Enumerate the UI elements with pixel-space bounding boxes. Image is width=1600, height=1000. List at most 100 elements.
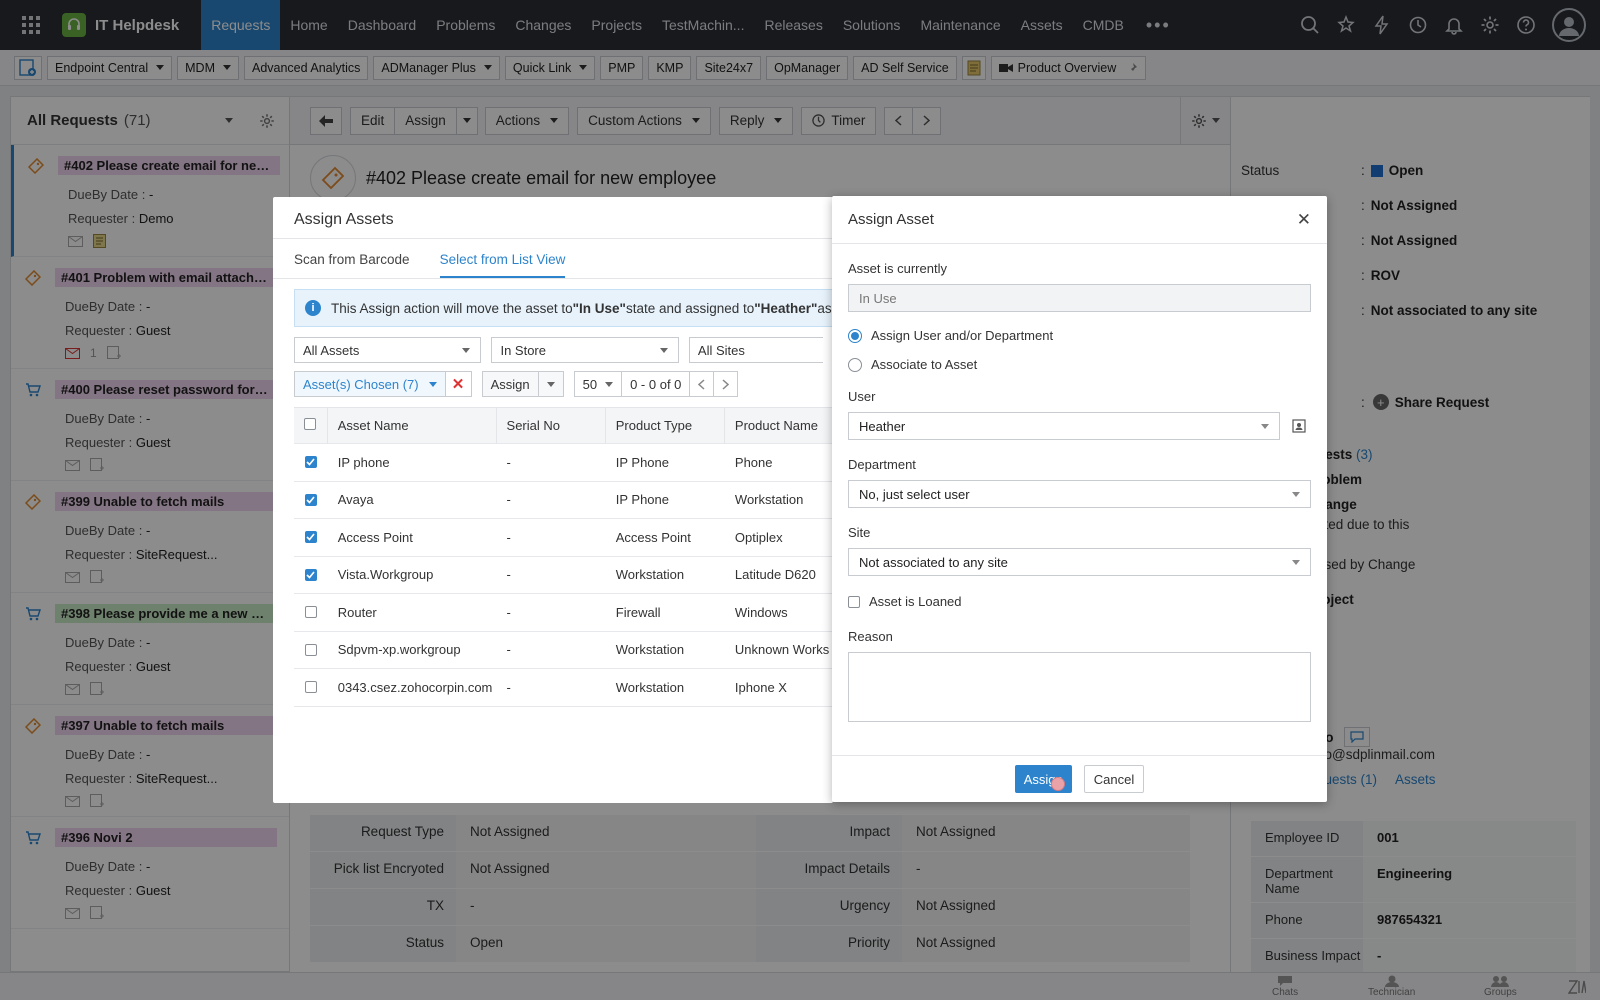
user-label: User xyxy=(848,389,876,404)
check-icon xyxy=(306,496,315,504)
asset-table: Asset Name Serial No Product Type Produc… xyxy=(294,407,854,707)
close-icon[interactable]: ✕ xyxy=(1297,210,1311,230)
associate-to-asset-label: Associate to Asset xyxy=(871,357,978,372)
asset-table-header: Asset Name Serial No Product Type Produc… xyxy=(294,407,854,444)
page-range: 0 - 0 of 0 xyxy=(622,371,691,397)
bulk-assign-button[interactable]: Assign xyxy=(481,371,539,397)
assign-assets-title: Assign Assets xyxy=(273,197,833,239)
row-checkbox[interactable] xyxy=(304,531,317,544)
row-checkbox[interactable] xyxy=(304,643,317,656)
row-select-cell xyxy=(294,568,328,581)
user-select[interactable]: Heather xyxy=(848,412,1280,440)
next-page-button[interactable] xyxy=(714,371,739,397)
site-value: Not associated to any site xyxy=(859,555,1008,570)
cell-product-type: Access Point xyxy=(615,529,691,545)
asset-site-value: All Sites xyxy=(697,343,745,358)
site-select[interactable]: Not associated to any site xyxy=(848,548,1311,576)
asset-loaned-checkbox[interactable] xyxy=(848,595,860,608)
assign-assets-tabs: Scan from Barcode Select from List View xyxy=(273,239,833,279)
reason-label: Reason xyxy=(848,629,893,644)
row-checkbox[interactable] xyxy=(304,568,317,581)
associate-to-asset-radio[interactable] xyxy=(848,357,862,372)
department-label: Department xyxy=(848,457,916,472)
table-row[interactable]: Sdpvm-xp.workgroup - Workstation Unknown Wo… xyxy=(294,632,854,669)
column-product-type[interactable]: Product Type xyxy=(606,407,725,444)
cancel-button[interactable]: Cancel xyxy=(1083,765,1145,793)
click-indicator xyxy=(1051,777,1065,791)
info-prefix: This Assign action will move the asset t… xyxy=(331,300,573,316)
cell-product-type: IP Phone xyxy=(615,454,670,470)
column-serial-no[interactable]: Serial No xyxy=(497,407,606,444)
assign-user-department-option[interactable]: Assign User and/or Department xyxy=(848,328,1311,343)
select-all-checkbox[interactable] xyxy=(304,417,317,430)
cell-asset-name: Sdpvm-xp.workgroup xyxy=(337,642,461,658)
table-row[interactable]: Router - Firewall Windows xyxy=(294,594,854,632)
select-all-cell xyxy=(294,407,328,444)
cell-product-type: Workstation xyxy=(615,642,685,658)
row-select-cell xyxy=(294,681,328,694)
cell-asset-name: 0343.csez.zohocorpin.com xyxy=(337,679,493,695)
table-row[interactable]: 0343.csez.zohocorpin.com - Workstation Ipho… xyxy=(294,669,854,707)
table-row[interactable]: Vista.Workgroup - Workstation Latitude D620 xyxy=(294,557,854,594)
clear-chosen-icon[interactable]: ✕ xyxy=(445,371,472,397)
cell-product-type: Workstation xyxy=(615,567,685,583)
asset-state-filter[interactable]: In Store xyxy=(491,337,679,363)
row-select-cell xyxy=(294,493,328,506)
contact-book-icon[interactable] xyxy=(1292,419,1306,433)
site-label: Site xyxy=(848,525,871,540)
asset-loaned-option[interactable]: Asset is Loaned xyxy=(848,594,1311,609)
department-select[interactable]: No, just select user xyxy=(848,480,1311,508)
per-page-value: 50 xyxy=(582,376,598,392)
associate-to-asset-option[interactable]: Associate to Asset xyxy=(848,357,1311,372)
column-asset-name[interactable]: Asset Name xyxy=(328,407,497,444)
bulk-assign-dropdown[interactable] xyxy=(538,371,564,397)
asset-state-value: In Store xyxy=(500,343,546,358)
asset-filters: All Assets In Store All Sites xyxy=(294,337,833,363)
asset-site-filter[interactable]: All Sites xyxy=(688,337,823,363)
check-icon xyxy=(306,533,315,541)
asset-type-value: All Assets xyxy=(303,343,360,358)
assign-user-department-radio[interactable] xyxy=(848,328,862,343)
assets-chosen-dropdown[interactable]: Asset(s) Chosen (7) xyxy=(294,371,446,397)
row-checkbox[interactable] xyxy=(304,681,317,694)
cell-serial-no: - xyxy=(506,492,511,508)
tab-select-from-list-view[interactable]: Select from List View xyxy=(439,239,566,278)
assign-asset-dialog: Assign Asset ✕ Asset is currently In Use… xyxy=(832,196,1327,802)
table-row[interactable]: IP phone - IP Phone Phone xyxy=(294,444,854,482)
cell-product-type: Workstation xyxy=(615,679,685,695)
cell-product-type: Firewall xyxy=(615,604,661,620)
asset-loaned-label: Asset is Loaned xyxy=(869,594,962,609)
user-value: Heather xyxy=(859,419,906,434)
table-row[interactable]: Avaya - IP Phone Workstation xyxy=(294,482,854,519)
cell-asset-name: IP phone xyxy=(337,454,390,470)
reason-textarea[interactable] xyxy=(848,652,1311,722)
row-checkbox[interactable] xyxy=(304,493,317,506)
cell-asset-name: Vista.Workgroup xyxy=(337,567,434,583)
dialog-footer: Assign Cancel xyxy=(832,755,1327,802)
info-state: "In Use" xyxy=(572,300,626,316)
info-suffix: as co xyxy=(817,300,832,316)
cell-asset-name: Avaya xyxy=(337,492,374,508)
row-select-cell xyxy=(294,643,328,656)
cell-product-type: IP Phone xyxy=(615,492,670,508)
row-checkbox[interactable] xyxy=(304,456,317,469)
dialog-body: Asset is currently In Use Assign User an… xyxy=(832,261,1327,722)
cell-asset-name: Router xyxy=(337,604,377,620)
check-icon xyxy=(306,571,315,579)
previous-page-button[interactable] xyxy=(690,371,715,397)
row-checkbox[interactable] xyxy=(304,606,317,619)
asset-currently-label: Asset is currently xyxy=(848,261,947,276)
department-value: No, just select user xyxy=(859,487,970,502)
tab-scan-from-barcode[interactable]: Scan from Barcode xyxy=(294,239,410,278)
cell-asset-name: Access Point xyxy=(337,529,413,545)
check-icon xyxy=(306,458,315,466)
assets-chosen-label: Asset(s) Chosen (7) xyxy=(303,376,419,392)
table-row[interactable]: Access Point - Access Point Optiplex xyxy=(294,519,854,557)
assign-user-department-label: Assign User and/or Department xyxy=(871,328,1054,343)
cell-serial-no: - xyxy=(506,567,511,583)
cell-serial-no: - xyxy=(506,529,511,545)
asset-type-filter[interactable]: All Assets xyxy=(294,337,482,363)
asset-state-field: In Use xyxy=(848,284,1311,312)
user-row: Heather xyxy=(848,404,1311,440)
per-page-select[interactable]: 50 xyxy=(573,371,623,397)
